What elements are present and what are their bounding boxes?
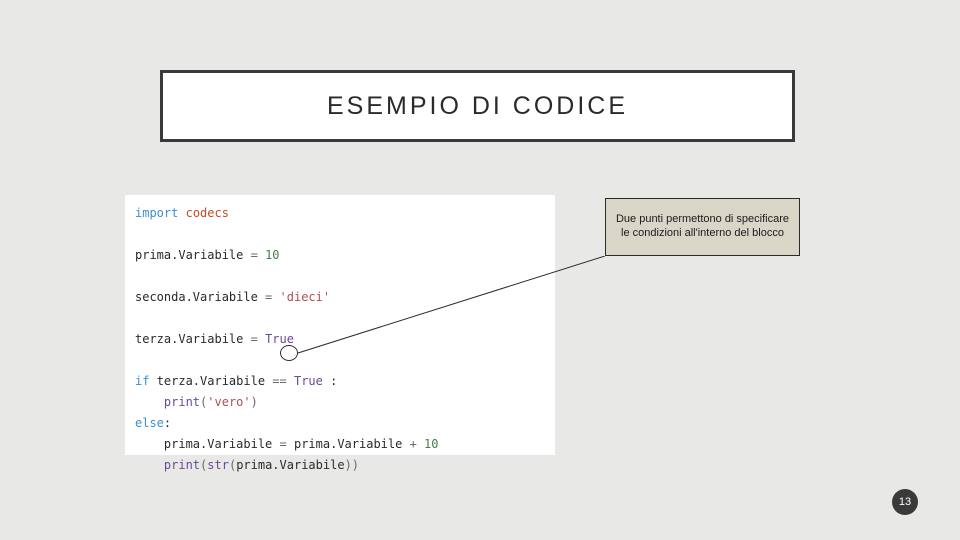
module-codecs: codecs [186,206,229,220]
callout-box: Due punti permettono di specificare le c… [605,198,800,256]
paren-close: ) [352,458,359,472]
fn-print: print [164,395,200,409]
num-10: 10 [265,248,279,262]
space [149,374,156,388]
page-number: 13 [899,496,911,508]
indent [135,395,164,409]
str-dieci: 'dieci' [280,290,331,304]
var-prima2: prima.Variabile [294,437,402,451]
num-10: 10 [424,437,438,451]
var-terza: terza.Variabile [135,332,243,346]
str-vero: 'vero' [207,395,250,409]
colon-else: : [164,416,171,430]
var-prima: prima.Variabile [135,248,243,262]
paren-close2: ) [345,458,352,472]
page-number-badge: 13 [892,489,918,515]
keyword-if: if [135,374,149,388]
op-assign: = [272,437,294,451]
indent [135,437,164,451]
bool-true: True [265,332,294,346]
title-box: ESEMPIO DI CODICE [160,70,795,142]
paren-close: ) [251,395,258,409]
code-example: import codecs prima.Variabile = 10 secon… [125,195,555,455]
fn-str: str [207,458,229,472]
var-seconda: seconda.Variabile [135,290,258,304]
keyword-import: import [135,206,178,220]
cond-var: terza.Variabile [157,374,265,388]
callout-text: Due punti permettono di specificare le c… [614,213,791,241]
op-assign: = [258,290,280,304]
op-eq: == [265,374,294,388]
colon-if: : [323,374,337,388]
var-prima: prima.Variabile [236,458,344,472]
indent [135,458,164,472]
op-assign: = [243,248,265,262]
bool-true: True [294,374,323,388]
fn-print: print [164,458,200,472]
op-assign: = [243,332,265,346]
slide-title: ESEMPIO DI CODICE [327,92,628,121]
keyword-else: else [135,416,164,430]
var-prima: prima.Variabile [164,437,272,451]
op-plus: + [402,437,424,451]
